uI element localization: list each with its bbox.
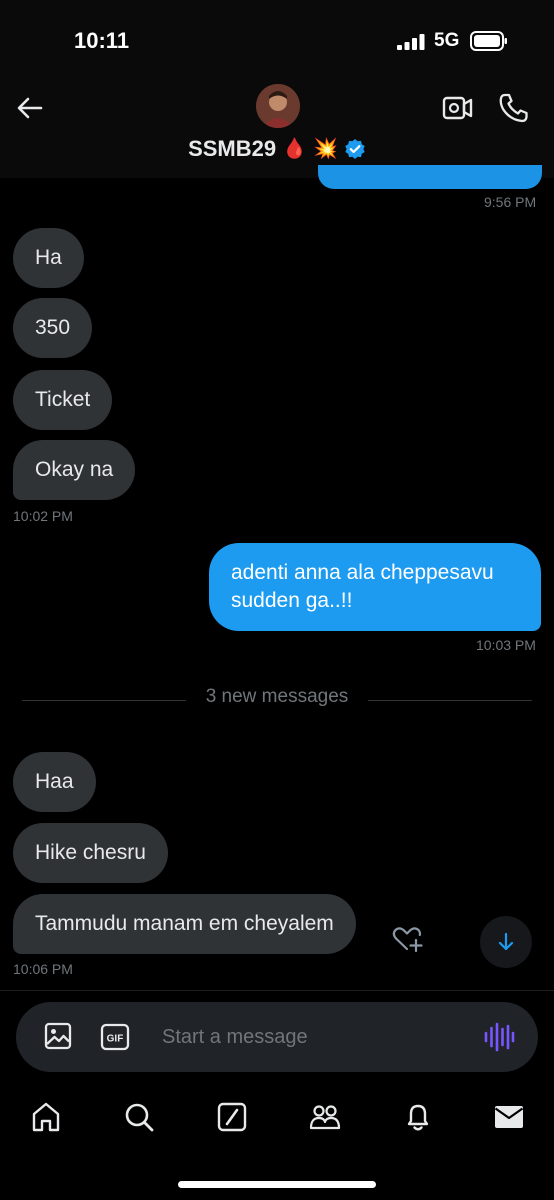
avatar-image bbox=[256, 84, 300, 128]
notifications-icon bbox=[407, 1104, 429, 1131]
message-timestamp: 10:02 PM bbox=[13, 508, 73, 524]
arrow-left-icon bbox=[17, 97, 43, 119]
bottom-tab-bar bbox=[0, 1090, 554, 1150]
video-camera-icon bbox=[442, 96, 473, 120]
heart-plus-icon bbox=[392, 927, 423, 953]
network-type: 5G bbox=[434, 30, 460, 51]
tab-grok[interactable] bbox=[215, 1100, 249, 1134]
video-call-button[interactable] bbox=[440, 90, 476, 126]
tab-notifications[interactable] bbox=[401, 1100, 435, 1134]
scroll-to-bottom-button[interactable] bbox=[480, 916, 532, 968]
previous-outgoing-bubble bbox=[318, 165, 542, 189]
collision-emoji: 💥 bbox=[313, 138, 338, 160]
message-line: adenti anna ala cheppesavu bbox=[231, 561, 494, 584]
tab-communities[interactable] bbox=[308, 1100, 342, 1134]
drop-of-blood-emoji: 🩸 bbox=[282, 138, 308, 160]
contact-avatar[interactable] bbox=[256, 84, 300, 128]
incoming-message-bubble[interactable]: Haa bbox=[13, 752, 96, 812]
gif-icon: GIF bbox=[100, 1023, 130, 1051]
battery-icon bbox=[470, 31, 507, 51]
incoming-message-bubble[interactable]: Ha bbox=[13, 228, 84, 288]
add-reaction-button[interactable] bbox=[390, 922, 424, 956]
incoming-message-bubble[interactable]: Tammudu manam em cheyalem bbox=[13, 894, 356, 954]
message-timestamp: 10:06 PM bbox=[13, 961, 73, 977]
new-messages-label: 3 new messages bbox=[205, 686, 349, 707]
image-icon bbox=[44, 1022, 72, 1050]
status-time: 10:11 bbox=[74, 28, 130, 53]
message-timestamp: 10:03 PM bbox=[476, 637, 536, 653]
conversation-header: SSMB29 🩸 💥 bbox=[0, 80, 554, 178]
incoming-message-bubble[interactable]: Hike chesru bbox=[13, 823, 168, 883]
contact-name: SSMB29 bbox=[188, 136, 277, 161]
tab-search[interactable] bbox=[122, 1100, 156, 1134]
home-icon bbox=[32, 1102, 60, 1132]
tab-home[interactable] bbox=[29, 1100, 63, 1134]
voice-call-button[interactable] bbox=[496, 90, 532, 126]
incoming-message-bubble[interactable]: 350 bbox=[13, 298, 93, 358]
composer-divider bbox=[0, 990, 554, 991]
gif-label: GIF bbox=[107, 1034, 124, 1045]
incoming-message-bubble[interactable]: Ticket bbox=[13, 370, 113, 430]
phone-icon bbox=[499, 93, 528, 123]
message-line: sudden ga..!! bbox=[231, 589, 353, 612]
arrow-down-icon bbox=[498, 932, 514, 951]
voice-message-button[interactable] bbox=[482, 1020, 516, 1054]
incoming-message-bubble[interactable]: Okay na bbox=[13, 440, 136, 500]
home-indicator[interactable] bbox=[178, 1181, 376, 1188]
cellular-signal-icon bbox=[397, 34, 425, 50]
messages-icon bbox=[494, 1106, 524, 1128]
tab-messages[interactable] bbox=[492, 1100, 526, 1134]
message-timestamp: 9:56 PM bbox=[484, 194, 537, 210]
verified-badge-icon bbox=[345, 139, 365, 159]
grok-icon bbox=[217, 1102, 247, 1132]
add-media-button[interactable] bbox=[42, 1020, 74, 1052]
outgoing-message-bubble[interactable]: adenti anna ala cheppesavu sudden ga..!! bbox=[209, 543, 541, 631]
communities-icon bbox=[309, 1105, 341, 1130]
gif-button[interactable]: GIF bbox=[100, 1022, 130, 1052]
message-composer: GIF bbox=[16, 1002, 538, 1072]
voice-waveform-icon bbox=[484, 1022, 515, 1052]
message-input[interactable] bbox=[162, 1016, 452, 1058]
search-icon bbox=[125, 1103, 154, 1132]
back-button[interactable] bbox=[10, 88, 50, 128]
contact-name-row[interactable]: SSMB29 🩸 💥 bbox=[0, 136, 554, 162]
status-bar: 10:11 5G bbox=[0, 0, 554, 80]
